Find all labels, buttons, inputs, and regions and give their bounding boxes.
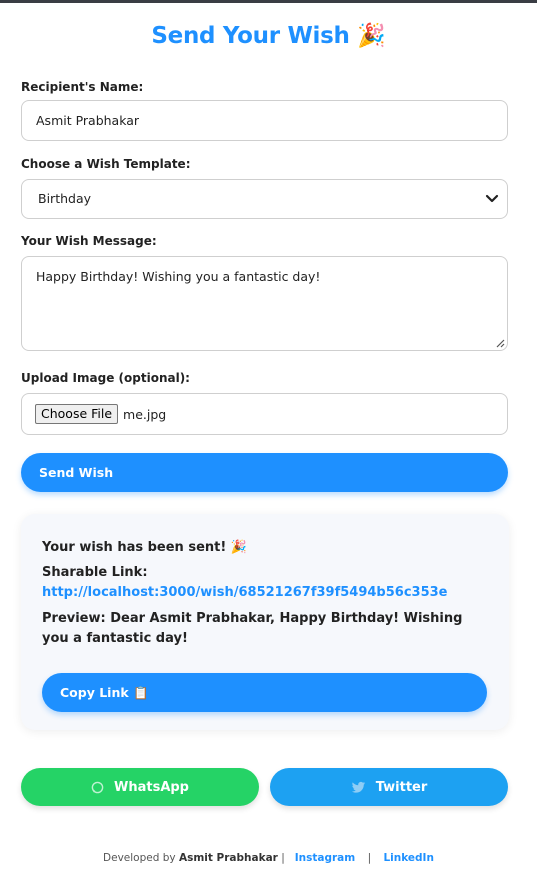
wish-template-select[interactable]: Birthday [21, 179, 508, 219]
whatsapp-share-button[interactable]: WhatsApp [21, 768, 259, 806]
result-card: Your wish has been sent! 🎉 Sharable Link… [21, 514, 509, 730]
footer: Developed by Asmit Prabhakar | Instagram… [0, 852, 537, 864]
whatsapp-icon [91, 781, 104, 793]
linkedin-link[interactable]: LinkedIn [383, 852, 434, 864]
instagram-link[interactable]: Instagram [295, 852, 355, 864]
image-upload-field: Choose File me.jpg [21, 393, 508, 435]
template-selected-value: Birthday [38, 191, 92, 206]
footer-separator-2: | [367, 852, 372, 864]
chevron-down-icon [485, 194, 499, 203]
wish-message-textarea[interactable]: Happy Birthday! Wishing you a fantastic … [21, 256, 508, 351]
recipient-name-input[interactable]: Asmit Prabhakar [21, 100, 508, 141]
sharable-link-label: Sharable Link: [42, 565, 148, 580]
sharable-link[interactable]: http://localhost:3000/wish/68521267f39f5… [42, 585, 447, 600]
footer-separator: | [281, 852, 285, 864]
page-title: Send Your Wish 🎉 [151, 23, 386, 49]
wish-preview: Preview: Dear Asmit Prabhakar, Happy Bir… [42, 611, 463, 646]
author-name: Asmit Prabhakar [178, 852, 278, 864]
wish-message-text: Happy Birthday! Wishing you a fantastic … [36, 269, 321, 284]
twitter-label: Twitter [375, 779, 428, 795]
selected-file-name: me.jpg [123, 406, 167, 422]
whatsapp-label: WhatsApp [114, 779, 189, 795]
upload-label: Upload Image (optional): [21, 371, 190, 385]
choose-file-button[interactable]: Choose File [35, 404, 119, 424]
twitter-share-button[interactable]: Twitter [270, 768, 508, 806]
twitter-bird-icon [351, 781, 365, 793]
template-label: Choose a Wish Template: [21, 157, 191, 171]
top-border [0, 0, 537, 3]
sent-confirmation: Your wish has been sent! 🎉 [42, 540, 248, 555]
send-wish-button[interactable]: Send Wish [21, 453, 508, 492]
message-label: Your Wish Message: [21, 234, 157, 248]
copy-link-button[interactable]: Copy Link 📋 [42, 673, 487, 712]
recipient-label: Recipient's Name: [21, 80, 144, 94]
resize-handle-icon[interactable] [495, 338, 505, 348]
developed-by-text: Developed by [103, 852, 176, 864]
